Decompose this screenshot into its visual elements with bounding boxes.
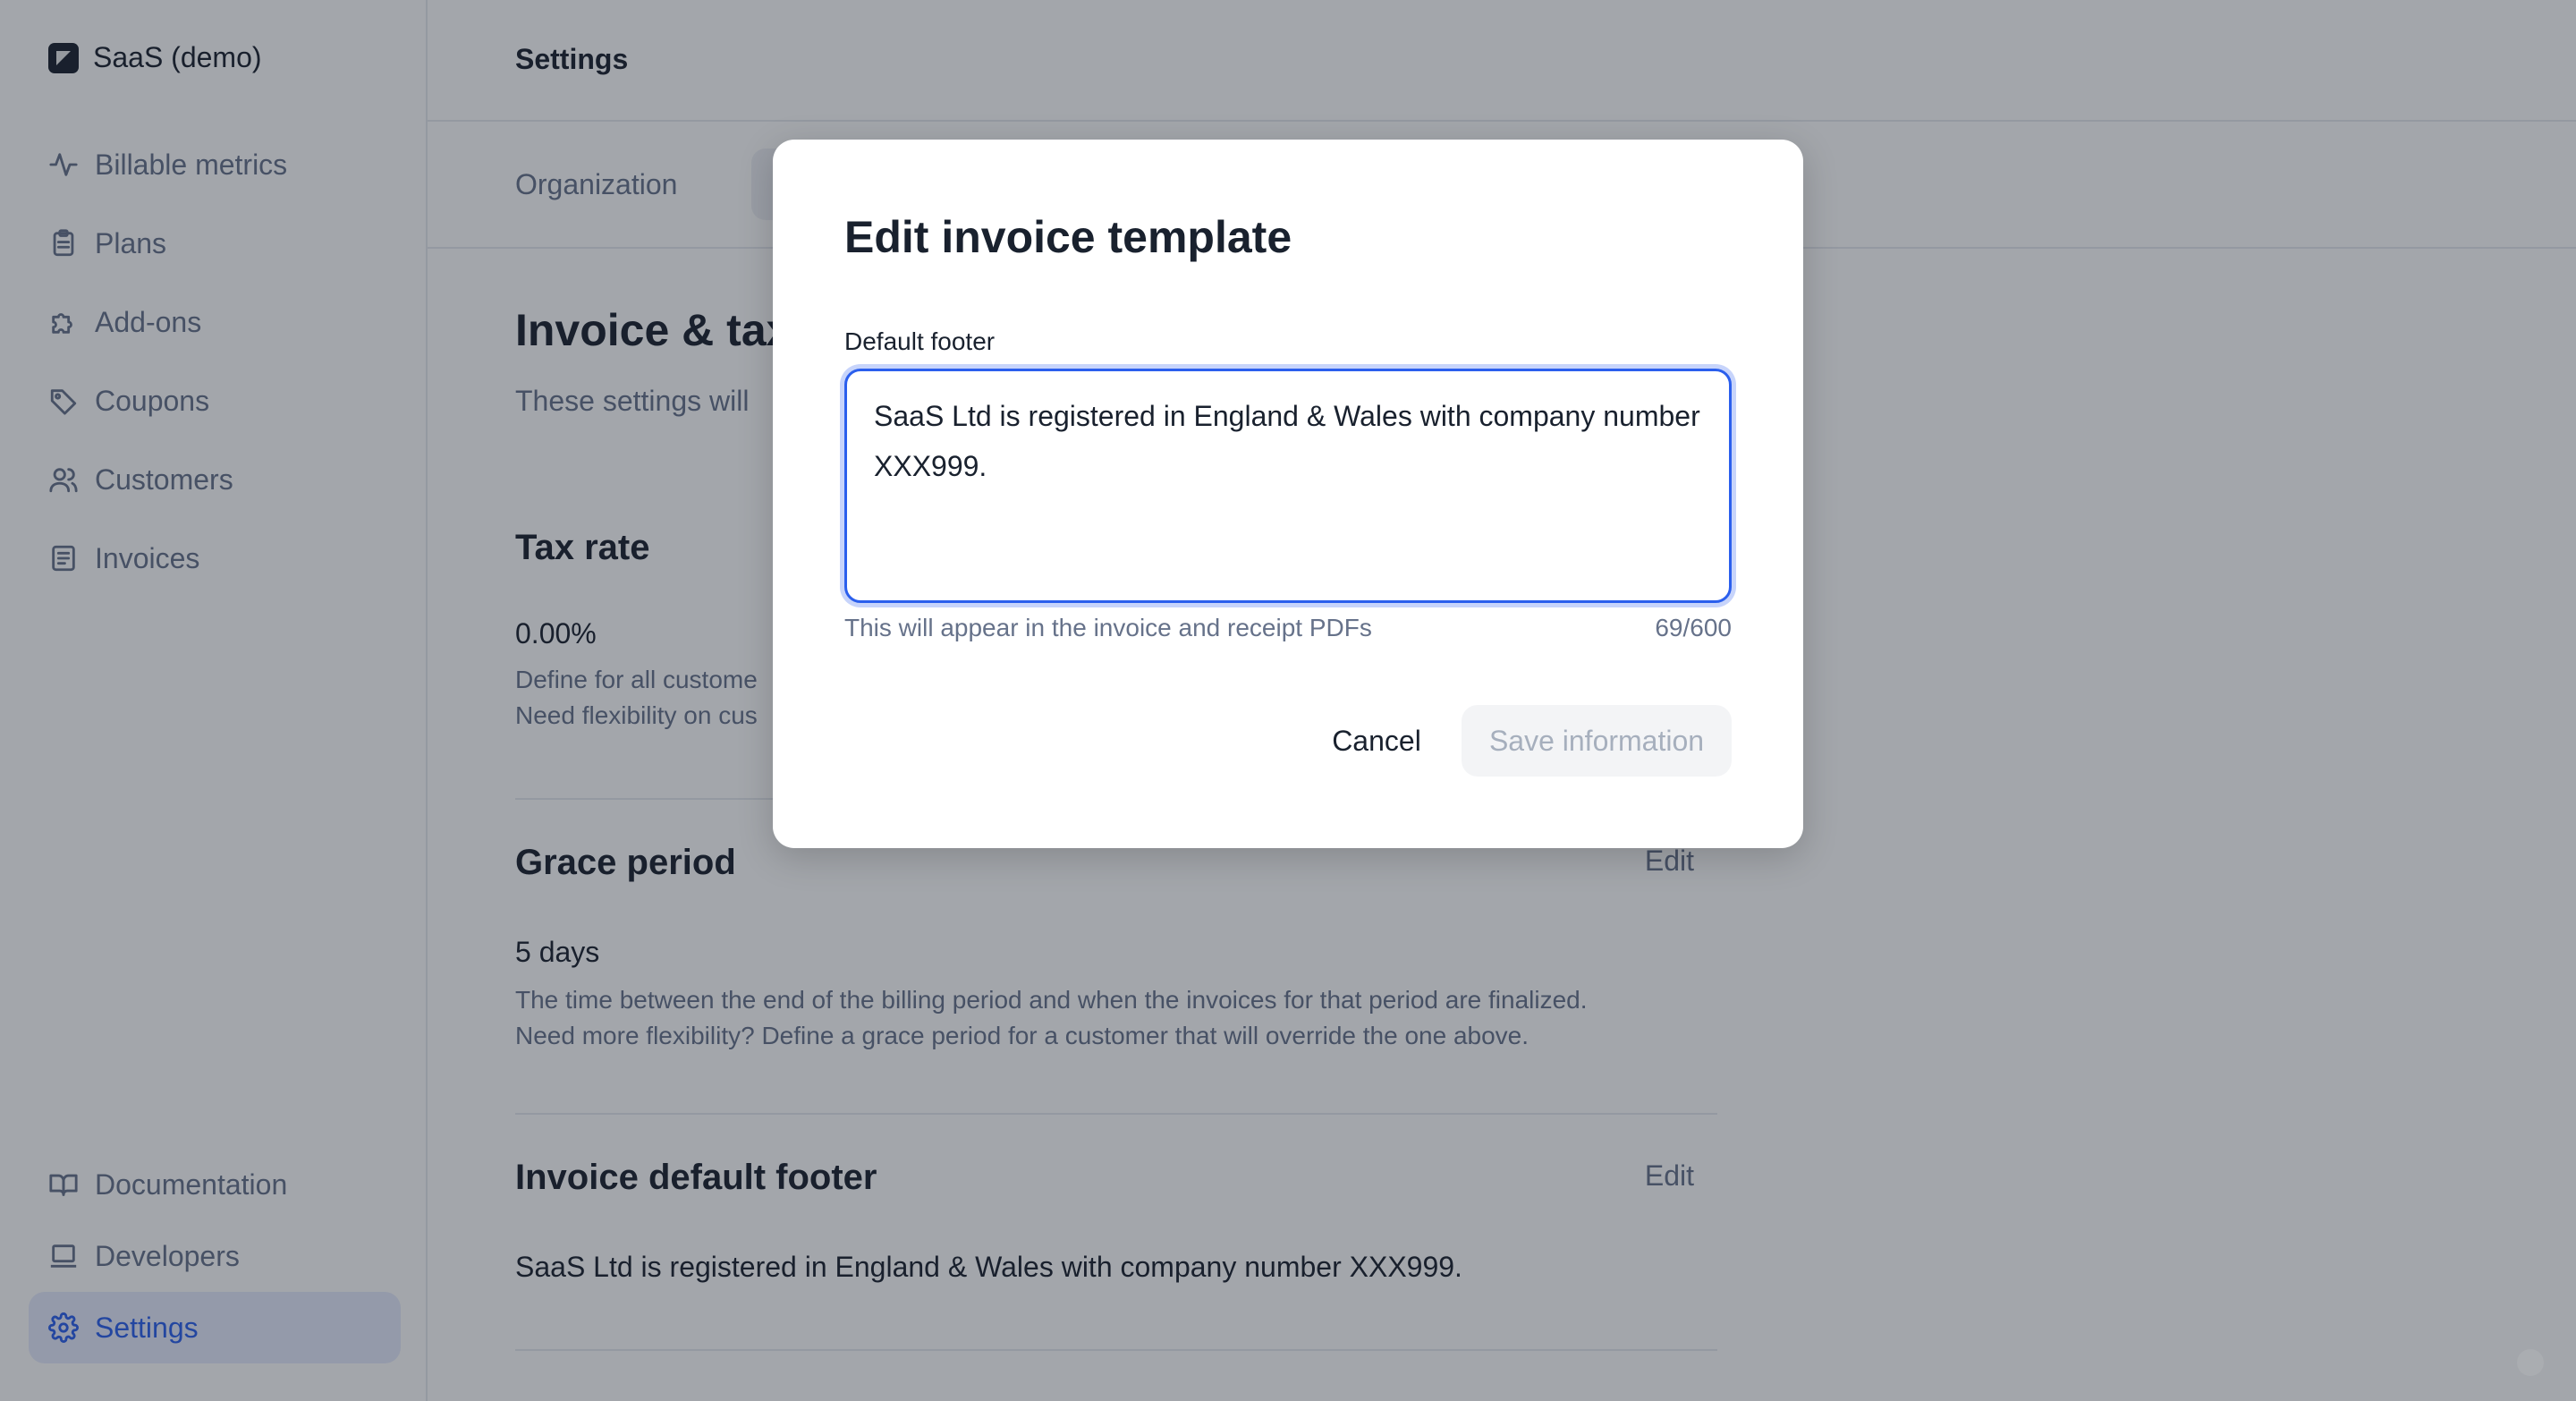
default-footer-textarea[interactable]: SaaS Ltd is registered in England & Wale…	[844, 369, 1732, 603]
default-footer-label: Default footer	[844, 327, 996, 355]
dialog-title: Edit invoice template	[844, 212, 1292, 262]
cancel-button[interactable]: Cancel	[1309, 705, 1444, 777]
helper-text: This will appear in the invoice and rece…	[844, 614, 1372, 641]
save-information-button[interactable]: Save information	[1462, 705, 1732, 777]
character-counter: 69/600	[1655, 614, 1732, 641]
corner-indicator	[2517, 1349, 2544, 1376]
edit-invoice-template-dialog: Edit invoice template Default footer Saa…	[773, 140, 1803, 848]
